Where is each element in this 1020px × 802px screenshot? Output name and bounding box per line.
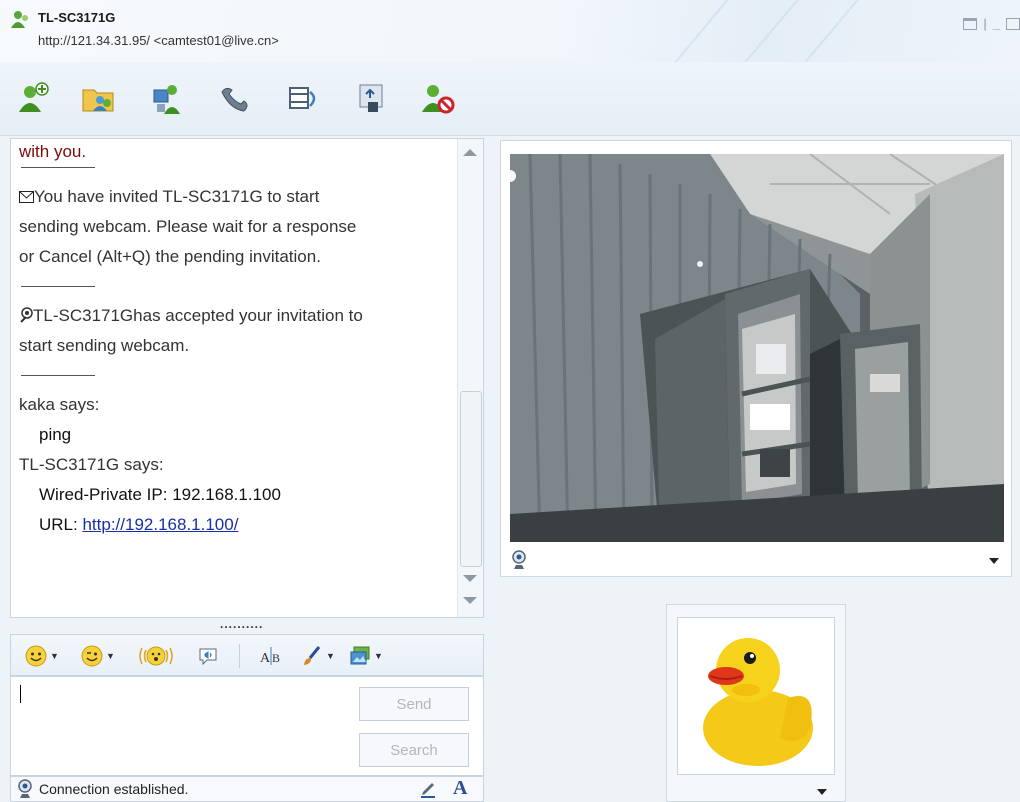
webcam-video-feed[interactable] [510, 154, 1004, 542]
invite-line: or Cancel (Alt+Q) the pending invitation… [19, 247, 321, 266]
accept-line: start sending webcam. [19, 336, 190, 355]
minimize-icon[interactable]: _ [993, 16, 1000, 31]
webcam-panel [500, 140, 1012, 577]
message-sender: kaka says: [19, 395, 100, 414]
message-text: Wired-Private IP: 192.168.1.100 [39, 485, 281, 504]
share-folders-icon[interactable] [80, 80, 116, 116]
voice-clip-button[interactable] [197, 643, 219, 669]
chevron-down-icon: ▼ [374, 651, 383, 661]
divider [21, 167, 95, 168]
conversation-history[interactable]: with you. You have invited TL-SC3171G to… [10, 138, 484, 618]
conversation-text: with you. You have invited TL-SC3171G to… [19, 139, 457, 540]
divider [21, 286, 95, 287]
contact-display-picture-panel [666, 604, 846, 802]
call-computer-icon[interactable] [148, 80, 184, 116]
invite-contact-icon[interactable] [16, 80, 52, 116]
history-scrollbar[interactable] [457, 139, 483, 617]
chevron-down-icon[interactable] [817, 789, 827, 795]
invite-line: sending webcam. Please wait for a respon… [19, 217, 357, 236]
voice-clip-icon [199, 648, 217, 666]
format-divider [239, 644, 240, 668]
font-icon: AB [260, 647, 280, 666]
block-contact-icon[interactable] [420, 80, 456, 116]
wink-icon [81, 645, 103, 667]
contact-address: http://121.34.31.95/ <camtest01@live.cn> [38, 33, 279, 48]
wink-button[interactable]: ▼ [81, 643, 115, 669]
history-fragment: with you. [19, 142, 87, 161]
compose-input[interactable] [21, 683, 341, 763]
send-files-button[interactable]: ▼ [349, 643, 383, 669]
scroll-down-icon[interactable] [463, 575, 477, 582]
url-link[interactable]: http://192.168.1.100/ [82, 515, 238, 534]
pane-splitter[interactable]: .......... [220, 617, 263, 631]
format-toolbar: ▼ ▼ AB ▼ ▼ [10, 634, 484, 676]
nudge-icon [139, 646, 173, 666]
call-phone-icon[interactable] [216, 80, 252, 116]
webcam-footer [501, 546, 1011, 576]
maximize-icon[interactable] [1006, 17, 1020, 30]
accept-message: TL-SC3171Ghas accepted your invitation t… [19, 301, 457, 331]
rubber-duck-avatar [703, 638, 813, 766]
title-bar: TL-SC3171G http://121.34.31.95/ <camtest… [0, 0, 1020, 62]
pen-icon[interactable] [419, 780, 437, 798]
paintbrush-icon [304, 646, 321, 665]
accept-line: TL-SC3171Ghas accepted your invitation t… [33, 306, 363, 325]
message-text: ping [39, 425, 72, 444]
video-call-icon[interactable] [286, 80, 322, 116]
webcam-icon[interactable] [511, 550, 527, 570]
emoticon-button[interactable]: ▼ [25, 643, 59, 669]
scroll-thumb[interactable] [460, 391, 482, 567]
display-picture[interactable] [677, 617, 835, 775]
chevron-down-icon: ▼ [106, 651, 115, 661]
contact-status-icon [11, 11, 28, 28]
smiley-icon [25, 645, 47, 667]
envelope-icon [19, 191, 34, 203]
send-button[interactable]: Send [359, 687, 469, 721]
message-compose[interactable]: Send Search [10, 676, 484, 776]
message-url-line: URL: http://192.168.1.100/ [19, 510, 457, 540]
control-divider: | [983, 16, 987, 31]
status-bar: Connection established. A [10, 776, 484, 802]
games-icon[interactable] [354, 80, 390, 116]
chevron-down-icon: ▼ [50, 651, 59, 661]
webcam-icon [20, 307, 33, 323]
message-sender: TL-SC3171G says: [19, 455, 164, 474]
menu-icon[interactable] [963, 17, 978, 30]
background-button[interactable]: ▼ [301, 643, 335, 669]
font-style-icon[interactable]: A [453, 777, 467, 800]
svg-text:A: A [260, 651, 271, 666]
chevron-down-icon: ▼ [326, 651, 335, 661]
invite-message: You have invited TL-SC3171G to start [19, 182, 457, 212]
url-label: URL: [39, 515, 83, 534]
divider [21, 375, 95, 376]
toolbar [0, 62, 1020, 136]
search-button[interactable]: Search [359, 733, 469, 767]
status-text: Connection established. [39, 781, 189, 797]
nudge-button[interactable] [139, 643, 173, 669]
invite-line: You have invited TL-SC3171G to start [34, 187, 320, 206]
svg-text:B: B [272, 651, 280, 665]
font-button[interactable]: AB [259, 643, 285, 669]
scroll-up-icon[interactable] [463, 149, 477, 156]
webcam-status-icon [18, 779, 32, 798]
chevron-down-icon[interactable] [989, 558, 999, 564]
contact-name: TL-SC3171G [38, 10, 116, 25]
window-controls: | _ [963, 16, 1020, 31]
scroll-bottom-icon[interactable] [463, 597, 477, 604]
photo-share-icon [350, 646, 370, 665]
